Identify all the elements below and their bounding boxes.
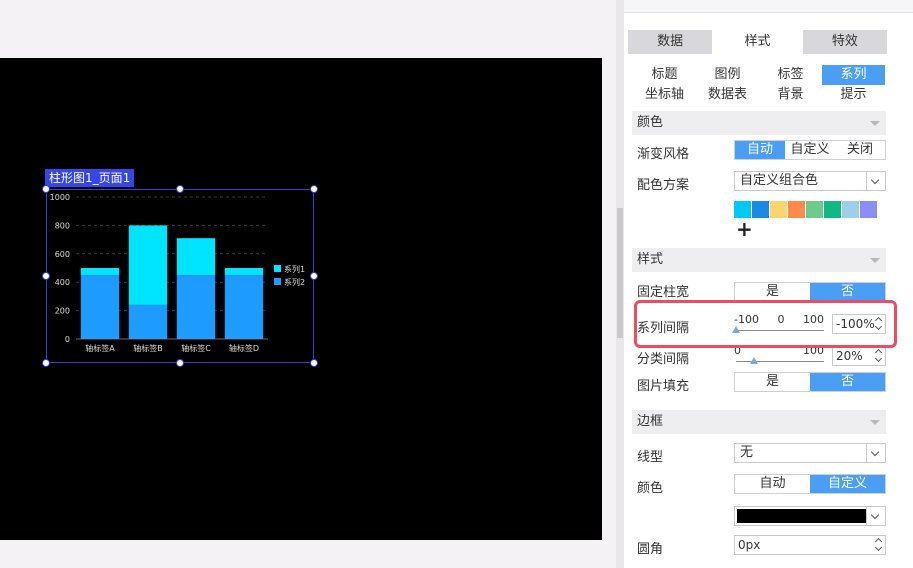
subtab-tooltip[interactable]: 提示	[822, 85, 885, 105]
category-gap-input[interactable]: 20%	[832, 346, 886, 366]
line-type-label: 线型	[637, 450, 664, 465]
y-tick-label: 200	[55, 307, 70, 316]
color-swatch-2[interactable]	[752, 201, 769, 218]
color-swatch-8[interactable]	[860, 201, 877, 218]
category-gap-label: 分类间隔	[637, 352, 690, 367]
color-swatch-4[interactable]	[788, 201, 805, 218]
y-tick-label: 400	[55, 278, 70, 287]
fixed-width-yes-button[interactable]: 是	[735, 283, 810, 301]
collapse-caret-icon	[870, 121, 880, 126]
color-swatch-1[interactable]	[734, 201, 751, 218]
collapse-caret-icon	[870, 258, 880, 263]
spin-down-icon[interactable]	[873, 356, 885, 365]
category-gap-value: 20%	[836, 349, 863, 363]
image-fill-yes-button[interactable]: 是	[735, 373, 810, 391]
panel-scrollbar-thumb[interactable]	[617, 208, 623, 338]
collapse-caret-icon	[870, 420, 880, 425]
selection-tag: 柱形图1_页面1	[45, 169, 135, 187]
section-border-header[interactable]: 边框	[632, 410, 886, 434]
corner-radius-value: 0px	[738, 538, 761, 552]
x-tick-label: 轴标签A	[85, 343, 115, 353]
category-gap-thumb[interactable]	[749, 357, 758, 364]
color-swatch-6[interactable]	[824, 201, 841, 218]
subtab-datatable[interactable]: 数据表	[696, 85, 759, 105]
color-scheme-label: 配色方案	[637, 178, 690, 193]
gradient-auto-button[interactable]: 自动	[735, 141, 785, 159]
image-fill-toggle: 是 否	[734, 372, 886, 392]
bar-2-3	[176, 275, 216, 339]
bar-2-4	[224, 275, 264, 339]
y-tick-label: 1000	[50, 193, 70, 202]
add-color-icon[interactable]: +	[736, 218, 753, 240]
legend-swatch-1	[274, 265, 281, 272]
bar-1-1	[80, 268, 120, 276]
corner-radius-label: 圆角	[637, 542, 664, 557]
chevron-down-icon	[866, 444, 885, 462]
gradient-custom-button[interactable]: 自定义	[785, 141, 835, 159]
subtab-label[interactable]: 标签	[759, 65, 822, 85]
line-type-value: 无	[740, 445, 754, 460]
gradient-style-toggle: 自动 自定义 关闭	[734, 140, 886, 160]
color-swatch-5[interactable]	[806, 201, 823, 218]
spin-down-icon[interactable]	[873, 545, 885, 554]
x-tick-label: 轴标签D	[229, 343, 259, 353]
subtab-series[interactable]: 系列	[822, 65, 885, 85]
gradient-off-button[interactable]: 关闭	[835, 141, 885, 159]
section-color-title: 颜色	[637, 115, 664, 130]
border-color-picker[interactable]	[734, 506, 886, 526]
chevron-down-icon	[866, 507, 885, 525]
color-swatches	[734, 201, 878, 218]
bar-2-1	[80, 275, 120, 339]
bar-2-2	[128, 304, 168, 339]
legend-label-1: 系列1	[284, 264, 305, 274]
image-fill-label: 图片填充	[637, 379, 690, 394]
section-style-header[interactable]: 样式	[632, 248, 886, 272]
legend-swatch-2	[274, 278, 281, 285]
border-color-preview	[737, 509, 867, 523]
border-color-label: 颜色	[637, 481, 664, 496]
image-fill-no-button[interactable]: 否	[810, 373, 885, 391]
tab-effects[interactable]: 特效	[802, 30, 887, 54]
color-scheme-value: 自定义组合色	[740, 173, 819, 188]
y-tick-label: 600	[55, 250, 70, 259]
color-swatch-7[interactable]	[842, 201, 859, 218]
color-scheme-select[interactable]: 自定义组合色	[734, 171, 886, 191]
bar-chart[interactable]: 0 200 400 600 800 1000 轴标签A 轴标签B 轴标签C 轴标签D 系列1 系列2	[46, 189, 314, 363]
bar-1-2	[128, 225, 168, 305]
section-border-title: 边框	[637, 414, 664, 429]
bar-1-3	[176, 238, 216, 276]
fixed-width-label: 固定柱宽	[637, 285, 690, 300]
section-color-header[interactable]: 颜色	[632, 111, 886, 135]
fixed-width-no-button[interactable]: 否	[810, 283, 885, 301]
panel-top-strip	[624, 0, 913, 13]
subtab-legend[interactable]: 图例	[696, 65, 759, 85]
subtab-axis[interactable]: 坐标轴	[633, 85, 696, 105]
x-tick-label: 轴标签C	[181, 343, 211, 353]
gradient-style-label: 渐变风格	[637, 147, 690, 162]
properties-panel: 数据 样式 特效 标题 图例 标签 系列 坐标轴 数据表 背景 提示 颜色 渐变…	[624, 0, 913, 568]
border-color-custom-button[interactable]: 自定义	[810, 475, 885, 493]
y-tick-label: 800	[55, 221, 70, 230]
series-gap-highlight	[634, 300, 897, 348]
chevron-down-icon	[866, 172, 885, 190]
x-tick-label: 轴标签B	[133, 343, 163, 353]
border-color-toggle: 自动 自定义	[734, 474, 886, 494]
line-type-select[interactable]: 无	[734, 443, 886, 463]
fixed-width-toggle: 是 否	[734, 282, 886, 302]
subtab-title[interactable]: 标题	[633, 65, 696, 85]
bar-1-4	[224, 268, 264, 276]
legend-label-2: 系列2	[284, 277, 305, 287]
border-color-auto-button[interactable]: 自动	[735, 475, 810, 493]
y-tick-label: 0	[65, 335, 70, 344]
style-sub-tabs: 标题 图例 标签 系列 坐标轴 数据表 背景 提示	[633, 65, 885, 105]
tab-data[interactable]: 数据	[628, 30, 713, 54]
color-swatch-3[interactable]	[770, 201, 787, 218]
section-style-title: 样式	[637, 252, 664, 267]
tab-style[interactable]: 样式	[715, 30, 800, 54]
main-tabs: 数据 样式 特效	[628, 30, 890, 54]
subtab-background[interactable]: 背景	[759, 85, 822, 105]
corner-radius-input[interactable]: 0px	[734, 535, 886, 555]
